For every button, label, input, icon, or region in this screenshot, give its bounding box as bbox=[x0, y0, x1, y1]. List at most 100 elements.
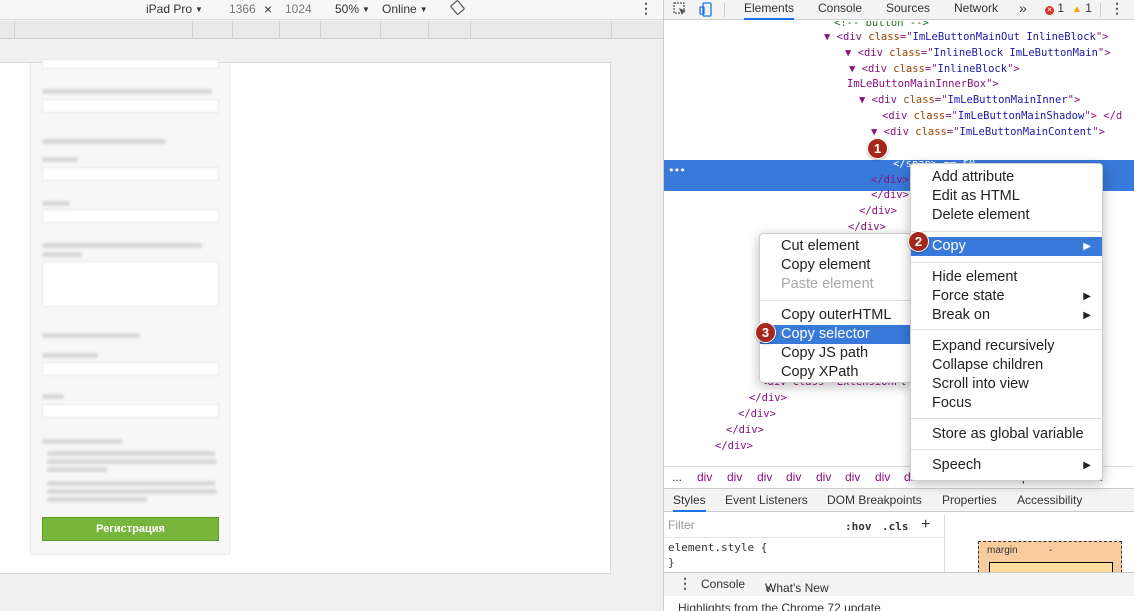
breadcrumb-item[interactable]: div bbox=[816, 470, 831, 484]
box-margin-value[interactable]: - bbox=[1049, 545, 1052, 556]
more-tabs-icon[interactable]: » bbox=[1019, 0, 1027, 16]
menu-item-scroll-into-view[interactable]: Scroll into view bbox=[911, 375, 1102, 394]
blurred-input bbox=[42, 59, 219, 69]
dom-node-line[interactable]: </div> bbox=[871, 172, 909, 188]
error-count: 1 bbox=[1057, 1, 1065, 15]
context-menu: Add attribute Edit as HTML Delete element C… bbox=[910, 163, 1103, 481]
dom-node-line[interactable]: <div class="ImLeButtonMainShadow"> </d bbox=[882, 108, 1122, 124]
box-model: margin - bbox=[978, 541, 1122, 576]
menu-item-copy-xpath[interactable]: Copy XPath bbox=[760, 363, 911, 382]
dom-node-line[interactable]: </div> bbox=[715, 438, 753, 454]
network-select[interactable]: Online ▼ bbox=[382, 2, 428, 16]
tab-event-listeners[interactable]: Event Listeners bbox=[725, 493, 808, 507]
close-icon[interactable]: × bbox=[765, 581, 772, 595]
menu-item-delete-element[interactable]: Delete element bbox=[911, 206, 1102, 225]
dom-node-line[interactable]: </div> bbox=[871, 187, 909, 203]
dom-node-line[interactable]: ImLeButtonMainInnerBox"> bbox=[847, 76, 999, 92]
tab-accessibility[interactable]: Accessibility bbox=[1017, 493, 1082, 507]
menu-item-store-as-global-variable[interactable]: Store as global variable bbox=[911, 425, 1102, 444]
menu-item-cut-element[interactable]: Cut element bbox=[760, 237, 911, 256]
breadcrumb-item[interactable]: div bbox=[875, 470, 890, 484]
screen: iPad Pro▼ 1366 × 1024 50%▼ Online▼ ⋮ bbox=[0, 0, 1134, 611]
width-input[interactable]: 1366 bbox=[229, 2, 256, 16]
tab-elements[interactable]: Elements bbox=[744, 1, 795, 20]
ellipsis-icon[interactable]: ••• bbox=[668, 164, 686, 177]
register-button[interactable]: Регистрация bbox=[42, 517, 219, 541]
breadcrumb-item[interactable]: ... bbox=[672, 470, 682, 484]
element-style-selector[interactable]: element.style { bbox=[668, 540, 767, 555]
hov-toggle[interactable]: :hov bbox=[845, 520, 872, 533]
menu-item-copy-element[interactable]: Copy element bbox=[760, 256, 911, 275]
dom-node-line[interactable]: <span class="ButtonText">Регистрация bbox=[894, 140, 1122, 156]
blurred-select bbox=[42, 209, 219, 223]
breadcrumb-item[interactable]: div bbox=[697, 470, 712, 484]
device-toggle-icon[interactable] bbox=[699, 2, 714, 20]
breadcrumb-item[interactable]: div bbox=[845, 470, 860, 484]
kebab-icon[interactable]: ⋮ bbox=[1110, 0, 1124, 17]
breadcrumb-item[interactable]: div bbox=[727, 470, 742, 484]
device-select[interactable]: iPad Pro ▼ bbox=[146, 2, 203, 16]
tab-network[interactable]: Network bbox=[954, 1, 998, 15]
submenu-arrow-icon: ▶ bbox=[1083, 310, 1091, 321]
menu-item-speech[interactable]: Speech ▶ bbox=[911, 456, 1102, 475]
tab-styles[interactable]: Styles bbox=[673, 493, 706, 512]
menu-item-add-attribute[interactable]: Add attribute bbox=[911, 168, 1102, 187]
submenu-arrow-icon: ▶ bbox=[1083, 291, 1091, 302]
dom-node-line[interactable]: ▼ <div class="ImLeButtonMainOut InlineBl… bbox=[824, 29, 1109, 45]
dom-node-line[interactable]: ▼ <div class="InlineBlock"> bbox=[849, 61, 1020, 77]
blurred-select bbox=[42, 362, 219, 376]
inspect-element-icon[interactable] bbox=[673, 2, 688, 20]
submenu-arrow-icon: ▶ bbox=[1083, 460, 1091, 471]
dom-node-line[interactable]: ▼ <div class="ImLeButtonMainInner"> bbox=[859, 92, 1080, 108]
height-input[interactable]: 1024 bbox=[285, 2, 312, 16]
dom-node-line[interactable]: ▼ <div class="ImLeButtonMainContent"> bbox=[871, 124, 1105, 140]
menu-item-copy-selector[interactable]: Copy selector bbox=[760, 325, 911, 344]
media-query-ruler bbox=[0, 21, 663, 39]
tab-dom-breakpoints[interactable]: DOM Breakpoints bbox=[827, 493, 922, 507]
blurred-textarea bbox=[42, 261, 219, 307]
menu-item-copy-outerhtml[interactable]: Copy outerHTML bbox=[760, 306, 911, 325]
element-style-rule: element.style { } bbox=[668, 540, 767, 570]
styles-filter-input[interactable]: Filter bbox=[668, 518, 834, 535]
caret-down-icon: ▼ bbox=[195, 5, 203, 14]
tab-properties[interactable]: Properties bbox=[942, 493, 997, 507]
kebab-icon[interactable]: ⋮ bbox=[639, 0, 653, 17]
devtools-tabbar: Elements Console Sources Network » ✕ 1 ▲… bbox=[664, 0, 1134, 20]
drawer-tab-console[interactable]: Console bbox=[701, 577, 745, 591]
menu-item-break-on[interactable]: Break on ▶ bbox=[911, 306, 1102, 325]
registration-form: Регистрация bbox=[30, 59, 230, 555]
warning-counter[interactable]: ▲ 1 bbox=[1072, 1, 1092, 15]
dom-node-line[interactable]: </div> bbox=[749, 390, 787, 406]
step-badge-3: 3 bbox=[755, 322, 776, 343]
device-emulation-pane: iPad Pro▼ 1366 × 1024 50%▼ Online▼ ⋮ bbox=[0, 0, 663, 611]
plus-icon[interactable]: + bbox=[921, 516, 930, 534]
menu-item-collapse-children[interactable]: Collapse children bbox=[911, 356, 1102, 375]
breadcrumb-item[interactable]: div bbox=[757, 470, 772, 484]
error-counter[interactable]: ✕ 1 bbox=[1045, 1, 1064, 15]
dom-node-line[interactable]: </div> bbox=[726, 422, 764, 438]
dom-node-line[interactable]: </div> bbox=[738, 406, 776, 422]
tab-sources[interactable]: Sources bbox=[886, 1, 930, 15]
rotate-icon[interactable] bbox=[450, 0, 465, 18]
zoom-select[interactable]: 50% ▼ bbox=[335, 2, 370, 16]
menu-item-copy[interactable]: Copy ▶ bbox=[911, 237, 1102, 256]
kebab-icon[interactable]: ⋮ bbox=[678, 575, 692, 592]
dom-node-line[interactable]: ▼ <div class="InlineBlock ImLeButtonMain… bbox=[845, 45, 1111, 61]
dom-node-line[interactable]: </div> bbox=[859, 203, 897, 219]
tab-console[interactable]: Console bbox=[818, 1, 862, 15]
device-toolbar: iPad Pro ▼ 1366 × 1024 50% ▼ Online ▼ ⋮ bbox=[0, 0, 663, 20]
blurred-input bbox=[42, 167, 219, 181]
menu-item-hide-element[interactable]: Hide element bbox=[911, 268, 1102, 287]
device-name: iPad Pro bbox=[146, 2, 193, 16]
box-margin-label: margin bbox=[987, 545, 1018, 556]
menu-item-force-state[interactable]: Force state ▶ bbox=[911, 287, 1102, 306]
breadcrumb-item[interactable]: div bbox=[786, 470, 801, 484]
menu-item-copy-js-path[interactable]: Copy JS path bbox=[760, 344, 911, 363]
menu-item-edit-as-html[interactable]: Edit as HTML bbox=[911, 187, 1102, 206]
cls-toggle[interactable]: .cls bbox=[882, 520, 909, 533]
page-viewport: Регистрация bbox=[0, 59, 611, 574]
times-icon: × bbox=[264, 1, 273, 17]
step-badge-1: 1 bbox=[867, 138, 888, 159]
menu-item-expand-recursively[interactable]: Expand recursively bbox=[911, 337, 1102, 356]
menu-item-focus[interactable]: Focus bbox=[911, 394, 1102, 413]
